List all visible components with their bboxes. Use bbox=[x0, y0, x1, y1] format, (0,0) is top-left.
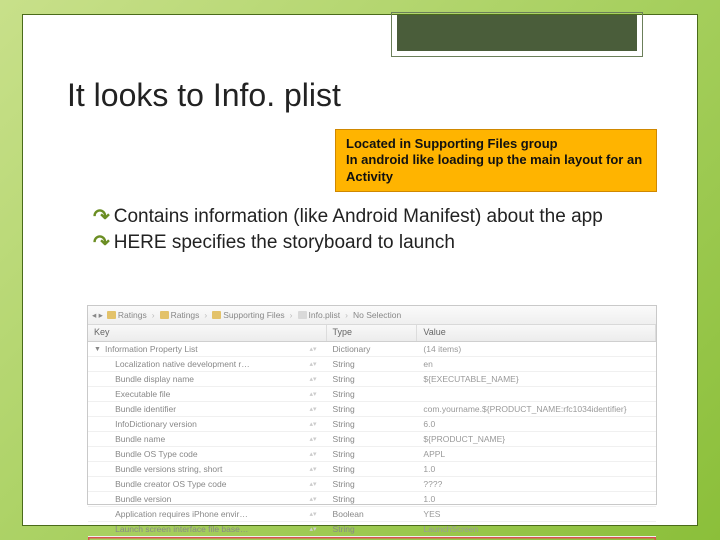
stepper-icon[interactable]: ▴▾ bbox=[310, 345, 321, 353]
col-value[interactable]: Value bbox=[417, 325, 656, 341]
stepper-icon[interactable]: ▴▾ bbox=[310, 375, 321, 383]
row-value: com.yourname.${PRODUCT_NAME:rfc1034ident… bbox=[423, 404, 626, 414]
row-value: ???? bbox=[423, 479, 442, 489]
table-row[interactable]: Bundle versions string, short ▴▾ String 1.0 bbox=[88, 462, 656, 477]
table-header: Key Type Value bbox=[88, 325, 656, 342]
row-type: String bbox=[333, 524, 355, 534]
row-key: Bundle identifier bbox=[115, 404, 176, 414]
stepper-icon[interactable]: ▴▾ bbox=[310, 405, 321, 413]
col-type[interactable]: Type bbox=[327, 325, 418, 341]
row-key: Information Property List bbox=[105, 344, 198, 354]
row-value: LaunchScreen bbox=[423, 524, 478, 534]
row-key: Executable file bbox=[115, 389, 170, 399]
row-value: 6.0 bbox=[423, 419, 435, 429]
plist-icon bbox=[298, 311, 307, 319]
row-key: Bundle display name bbox=[115, 374, 194, 384]
row-value: en bbox=[423, 359, 432, 369]
table-row[interactable]: Bundle version ▴▾ String 1.0 bbox=[88, 492, 656, 507]
row-value: YES bbox=[423, 509, 440, 519]
row-type: String bbox=[333, 464, 355, 474]
disclosure-icon[interactable]: ▼ bbox=[94, 346, 102, 353]
row-key: Application requires iPhone envir… bbox=[115, 509, 248, 519]
stepper-icon[interactable]: ▴▾ bbox=[310, 525, 321, 533]
stepper-icon[interactable]: ▴▾ bbox=[310, 360, 321, 368]
row-type: String bbox=[333, 479, 355, 489]
stepper-icon[interactable]: ▴▾ bbox=[310, 510, 321, 518]
row-value: 1.0 bbox=[423, 464, 435, 474]
stepper-icon[interactable]: ▴▾ bbox=[310, 465, 321, 473]
row-type: String bbox=[333, 419, 355, 429]
row-key: Bundle versions string, short bbox=[115, 464, 222, 474]
stepper-icon[interactable]: ▴▾ bbox=[310, 390, 321, 398]
bullet-icon: ↷ bbox=[93, 205, 110, 229]
breadcrumb-item[interactable]: Ratings bbox=[118, 310, 147, 320]
row-type: String bbox=[333, 404, 355, 414]
table-row[interactable]: Application requires iPhone envir… ▴▾ Bool… bbox=[88, 507, 656, 522]
bullet-text: Contains information (like Android Manif… bbox=[114, 205, 657, 229]
breadcrumb-item[interactable]: Info.plist bbox=[309, 310, 341, 320]
row-key: Bundle name bbox=[115, 434, 165, 444]
row-value: ${EXECUTABLE_NAME} bbox=[423, 374, 518, 384]
callout-line: In android like loading up the main layo… bbox=[346, 152, 646, 185]
table-row[interactable]: InfoDictionary version ▴▾ String 6.0 bbox=[88, 417, 656, 432]
row-type: String bbox=[333, 449, 355, 459]
stepper-icon[interactable]: ▴▾ bbox=[310, 435, 321, 443]
row-type: Dictionary bbox=[333, 344, 371, 354]
table-row[interactable]: Bundle creator OS Type code ▴▾ String???? bbox=[88, 477, 656, 492]
row-value: APPL bbox=[423, 449, 445, 459]
table-row[interactable]: Localization native development r… ▴▾ Stri… bbox=[88, 357, 656, 372]
row-type: String bbox=[333, 494, 355, 504]
row-type: String bbox=[333, 389, 355, 399]
col-key[interactable]: Key bbox=[88, 325, 327, 341]
stepper-icon[interactable]: ▴▾ bbox=[310, 495, 321, 503]
breadcrumb-item[interactable]: Ratings bbox=[171, 310, 200, 320]
row-type: String bbox=[333, 374, 355, 384]
table-row[interactable]: Bundle display name ▴▾ String ${EXECUTABLE_… bbox=[88, 372, 656, 387]
row-value: (14 items) bbox=[423, 344, 461, 354]
nav-arrows-icon[interactable]: ◂ ▸ bbox=[92, 310, 103, 321]
row-key: Bundle version bbox=[115, 494, 171, 504]
row-key: Localization native development r… bbox=[115, 359, 250, 369]
breadcrumb-item[interactable]: Supporting Files bbox=[223, 310, 284, 320]
folder-icon bbox=[212, 311, 221, 319]
accent-bar bbox=[397, 15, 637, 51]
folder-icon bbox=[160, 311, 169, 319]
breadcrumb-item: No Selection bbox=[353, 310, 401, 320]
table-row[interactable]: Executable file ▴▾ String bbox=[88, 387, 656, 402]
table-row[interactable]: Bundle OS Type code ▴▾ String APPL bbox=[88, 447, 656, 462]
table-row[interactable]: Bundle identifier ▴▾ String com.yourname.${… bbox=[88, 402, 656, 417]
row-type: Boolean bbox=[333, 509, 364, 519]
row-key: Launch screen interface file base… bbox=[115, 524, 248, 534]
breadcrumb: ◂ ▸ Ratings › Ratings › Supporting Files… bbox=[88, 306, 656, 325]
folder-icon bbox=[107, 311, 116, 319]
stepper-icon[interactable]: ▴▾ bbox=[310, 450, 321, 458]
row-key: Bundle OS Type code bbox=[115, 449, 198, 459]
row-key: InfoDictionary version bbox=[115, 419, 197, 429]
table-body: ▼Information Property List ▴▾ Dictionary (1… bbox=[88, 342, 656, 540]
table-row[interactable]: Bundle name ▴▾ String ${PRODUCT_NAME} bbox=[88, 432, 656, 447]
callout-line: Located in Supporting Files group bbox=[346, 136, 646, 152]
bullet-text: HERE specifies the storyboard to launch bbox=[114, 231, 657, 255]
row-type: String bbox=[333, 434, 355, 444]
xcode-plist-screenshot: ◂ ▸ Ratings › Ratings › Supporting Files… bbox=[87, 305, 657, 505]
stepper-icon[interactable]: ▴▾ bbox=[310, 480, 321, 488]
bullet-item: ↷ Contains information (like Android Man… bbox=[93, 205, 657, 229]
body-text: ↷ Contains information (like Android Man… bbox=[93, 205, 657, 257]
slide-card: It looks to Info. plist Located in Suppo… bbox=[22, 14, 698, 526]
callout-box: Located in Supporting Files group In and… bbox=[335, 129, 657, 192]
bullet-item: ↷ HERE specifies the storyboard to launc… bbox=[93, 231, 657, 255]
slide-title: It looks to Info. plist bbox=[67, 77, 341, 114]
stepper-icon[interactable]: ▴▾ bbox=[310, 420, 321, 428]
slide-background: It looks to Info. plist Located in Suppo… bbox=[0, 0, 720, 540]
bullet-icon: ↷ bbox=[93, 231, 110, 255]
row-type: String bbox=[333, 359, 355, 369]
row-value: 1.0 bbox=[423, 494, 435, 504]
row-key: Bundle creator OS Type code bbox=[115, 479, 226, 489]
table-row[interactable]: Launch screen interface file base… ▴▾ Stri… bbox=[88, 522, 656, 537]
table-row[interactable]: ▼Information Property List ▴▾ Dictionary (1… bbox=[88, 342, 656, 357]
row-value: ${PRODUCT_NAME} bbox=[423, 434, 505, 444]
